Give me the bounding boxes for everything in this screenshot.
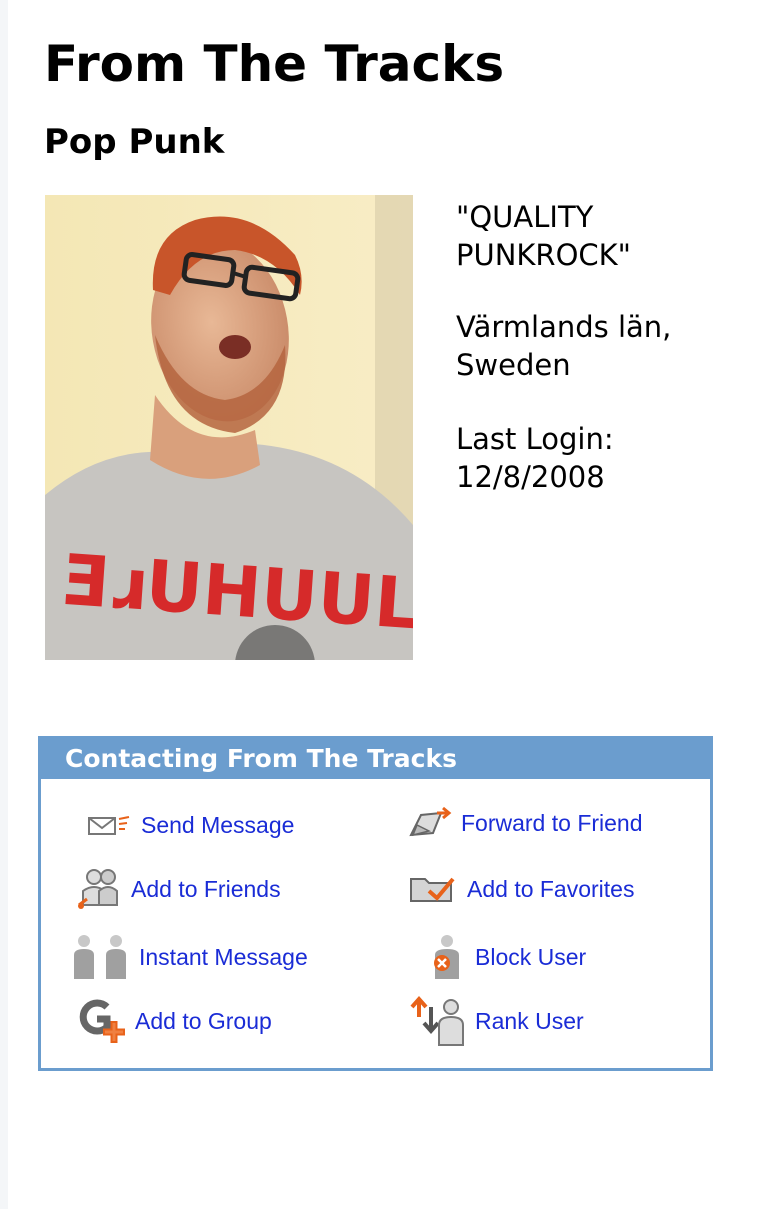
add-friend-icon [77, 867, 123, 911]
instant-message-link[interactable]: Instant Message [71, 929, 308, 985]
forward-icon [407, 805, 453, 841]
add-to-friends-link[interactable]: Add to Friends [77, 861, 281, 917]
block-user-label: Block User [475, 943, 587, 970]
add-to-group-label: Add to Group [135, 1007, 272, 1034]
forward-to-friend-label: Forward to Friend [461, 809, 643, 836]
block-user-link[interactable]: Block User [427, 929, 586, 985]
profile-headline: "QUALITY PUNKROCK" [456, 200, 632, 272]
envelope-icon [87, 813, 133, 837]
instant-message-icon [71, 933, 131, 981]
send-message-label: Send Message [141, 811, 295, 838]
favorites-folder-icon [407, 873, 459, 905]
add-to-friends-label: Add to Friends [131, 875, 281, 902]
contact-panel-title: Contacting From The Tracks [41, 739, 710, 779]
profile-genre: Pop Punk [44, 122, 225, 162]
send-message-link[interactable]: Send Message [87, 797, 294, 853]
page-edge [0, 0, 8, 1209]
add-group-icon [77, 997, 127, 1045]
rank-user-icon [409, 995, 467, 1047]
instant-message-label: Instant Message [139, 943, 308, 970]
rank-user-label: Rank User [475, 1007, 584, 1034]
add-to-favorites-label: Add to Favorites [467, 875, 635, 902]
profile-name: From The Tracks [44, 35, 505, 93]
add-to-favorites-link[interactable]: Add to Favorites [407, 861, 634, 917]
add-to-group-link[interactable]: Add to Group [77, 993, 272, 1049]
profile-last-login: Last Login: 12/8/2008 [456, 422, 614, 494]
forward-to-friend-link[interactable]: Forward to Friend [407, 795, 643, 851]
block-user-icon [427, 933, 467, 981]
profile-location: Värmlands län, Sweden [456, 310, 672, 382]
profile-photo[interactable]: ƎɹUHUUL [45, 195, 413, 660]
rank-user-link[interactable]: Rank User [409, 993, 584, 1049]
contact-panel: Contacting From The Tracks Send Message … [38, 736, 713, 1071]
